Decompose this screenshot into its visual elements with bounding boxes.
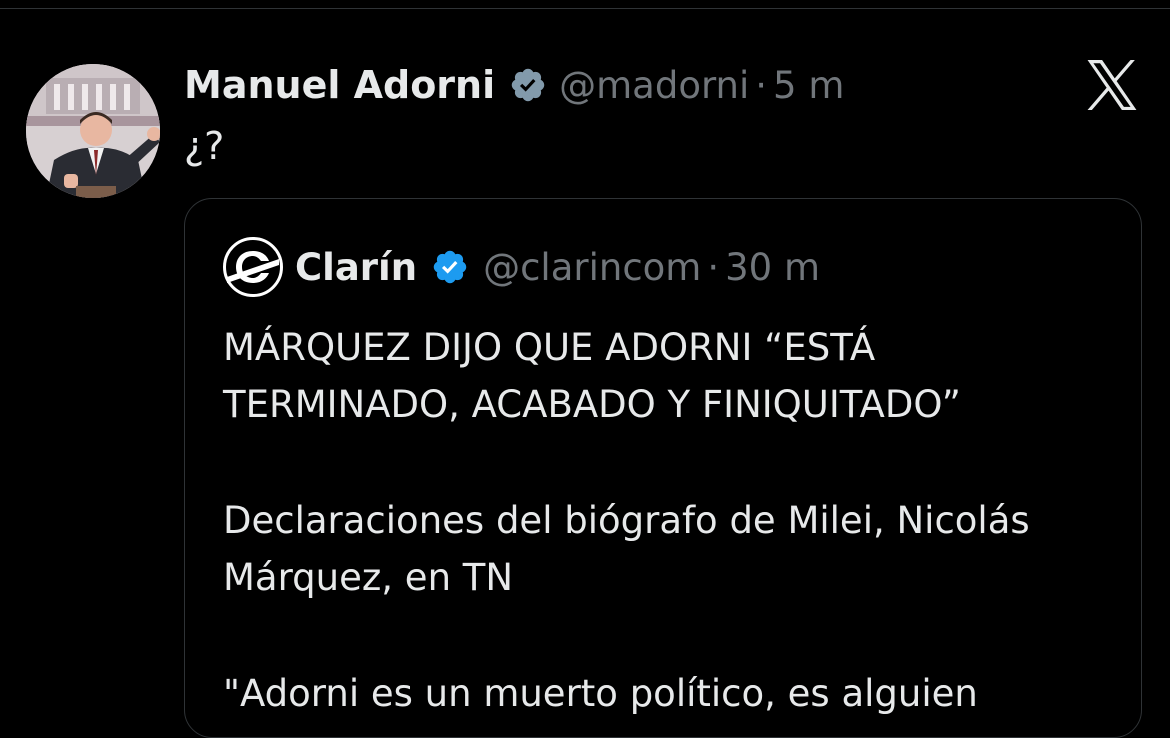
tweet-text: ¿? [184,124,225,168]
tweet-header: Manuel Adorni @madorni · 5 m [184,57,844,113]
quote-author-handle[interactable]: @clarincom [483,246,701,289]
author-handle[interactable]: @madorni [559,64,749,107]
profile-photo [26,64,160,198]
quote-paragraph-3-line-1: "Adorni es un muerto político, es alguie… [223,672,978,715]
verified-badge-icon [509,66,547,104]
top-divider [0,8,1170,9]
quoted-tweet-card[interactable]: Clarín @clarincom · 30 m MÁRQUEZ DIJO QU… [184,198,1142,738]
x-logo-icon [1086,60,1138,110]
quote-paragraph-line-1: Declaraciones del biógrafo de Milei, Nic… [223,499,1030,542]
quote-body: MÁRQUEZ DIJO QUE ADORNI “ESTÁ TERMINADO,… [223,319,1113,722]
clarin-logo-icon[interactable] [223,237,283,297]
quote-headline-line-2: TERMINADO, ACABADO Y FINIQUITADO” [223,383,961,426]
tweet-timestamp[interactable]: 5 m [773,64,844,107]
quote-headline-line-1: MÁRQUEZ DIJO QUE ADORNI “ESTÁ [223,326,876,369]
separator-dot: · [707,245,720,289]
quote-paragraph-line-2: Márquez, en TN [223,556,514,599]
quote-header: Clarín @clarincom · 30 m [223,237,820,297]
author-name[interactable]: Manuel Adorni [184,63,495,107]
author-avatar[interactable] [26,64,160,198]
separator-dot: · [755,63,768,107]
quote-author-name[interactable]: Clarín [295,246,417,289]
quote-timestamp[interactable]: 30 m [725,246,820,289]
verified-badge-icon [431,248,469,286]
